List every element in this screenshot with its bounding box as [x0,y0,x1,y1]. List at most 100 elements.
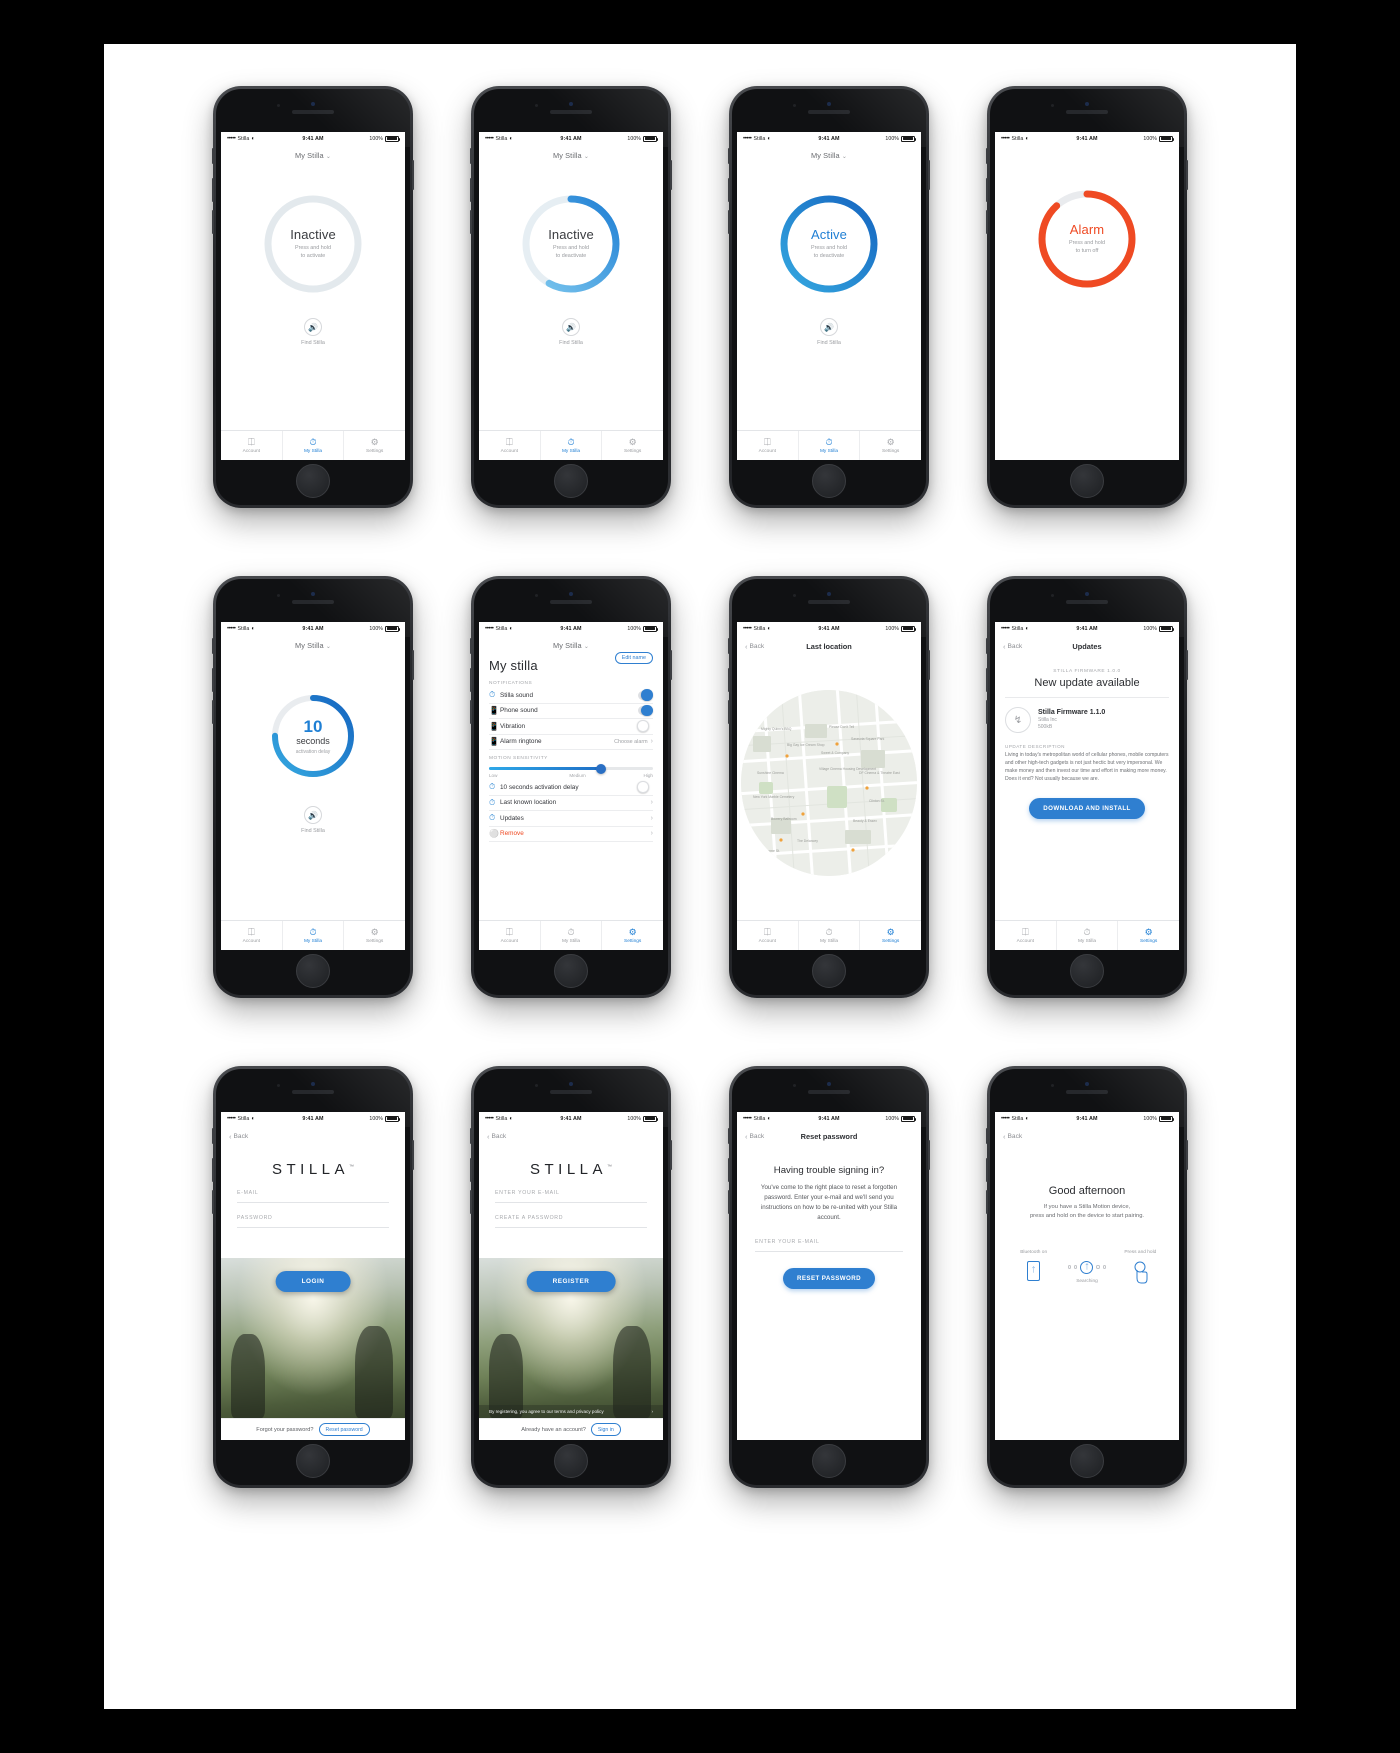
tab-my-stilla[interactable]: ⏱ My Stilla [283,921,345,950]
volume-down-button[interactable] [986,1190,988,1214]
tab-my-stilla[interactable]: ⏱ My Stilla [541,921,603,950]
status-dial[interactable]: Alarm Press and hold to turn off [1035,187,1139,291]
power-button[interactable] [928,650,930,680]
tab-my-stilla[interactable]: ⏱ My Stilla [799,921,861,950]
tab-account[interactable]: ⎅ Account [479,921,541,950]
toggle-phone-sound[interactable] [638,704,653,717]
power-button[interactable] [670,160,672,190]
tab-settings[interactable]: ⚙ Settings [860,921,921,950]
email-field[interactable]: ENTER YOUR E-MAIL [495,1178,647,1203]
volume-down-button[interactable] [728,1190,730,1214]
tab-account[interactable]: ⎅ Account [221,921,283,950]
home-button[interactable] [296,954,330,988]
ring-switch[interactable] [986,638,988,654]
login-button[interactable]: LOGIN [275,1271,351,1292]
volume-up-button[interactable] [728,178,730,202]
volume-down-button[interactable] [728,700,730,724]
map-circle[interactable]: Mighty Quinn's BBQ Please Don't Tell Big… [741,689,917,876]
back-button[interactable]: ‹ Back [1003,642,1022,651]
ring-switch[interactable] [212,148,214,164]
password-input[interactable] [237,1221,389,1228]
toggle-stilla-sound[interactable] [638,689,653,701]
home-button[interactable] [1070,464,1104,498]
home-button[interactable] [1070,1444,1104,1478]
slider-knob[interactable] [595,763,606,774]
volume-down-button[interactable] [470,700,472,724]
settings-row-phone-sound[interactable]: 📱 Phone sound [489,704,653,719]
nav-title[interactable]: My Stilla ⌄ [737,145,921,162]
ring-switch[interactable] [728,638,730,654]
password-input[interactable] [495,1221,647,1228]
find-stilla[interactable]: 🔊 Find Stilla [301,318,325,346]
tab-settings[interactable]: ⚙ Settings [602,921,663,950]
home-button[interactable] [554,954,588,988]
find-stilla[interactable]: 🔊 Find Stilla [301,806,325,834]
find-stilla[interactable]: 🔊 Find Stilla [817,318,841,346]
status-dial[interactable]: Inactive Press and hold to activate [261,192,365,296]
power-button[interactable] [670,650,672,680]
tab-account[interactable]: ⎅ Account [479,431,541,460]
volume-down-button[interactable] [470,1190,472,1214]
ring-switch[interactable] [212,638,214,654]
edit-name-button[interactable]: Edit name [614,652,653,665]
home-button[interactable] [296,464,330,498]
volume-down-button[interactable] [212,700,214,724]
home-button[interactable] [812,954,846,988]
volume-up-button[interactable] [470,178,472,202]
volume-up-button[interactable] [986,668,988,692]
map-view[interactable]: Mighty Quinn's BBQ Please Don't Tell Big… [737,655,921,910]
status-dial[interactable]: Inactive Press and hold to deactivate [519,192,623,296]
nav-title[interactable]: My Stilla ⌄ [221,635,405,652]
volume-up-button[interactable] [212,1158,214,1182]
download-install-button[interactable]: DOWNLOAD AND INSTALL [1029,797,1145,819]
tab-settings[interactable]: ⚙ Settings [602,431,663,460]
ring-switch[interactable] [470,638,472,654]
status-dial[interactable]: Active Press and hold to deactivate [777,192,881,296]
tab-settings[interactable]: ⚙ Settings [1118,921,1179,950]
volume-down-button[interactable] [728,210,730,234]
volume-up-button[interactable] [212,668,214,692]
toggle-activation-delay[interactable] [637,781,653,793]
tab-settings[interactable]: ⚙ Settings [344,431,405,460]
power-button[interactable] [670,1140,672,1170]
volume-down-button[interactable] [986,210,988,234]
tab-account[interactable]: ⎅ Account [737,431,799,460]
tab-account[interactable]: ⎅ Account [221,431,283,460]
sign-in-button[interactable]: Sign in [590,1423,621,1436]
email-input[interactable] [495,1196,647,1203]
email-field[interactable]: ENTER YOUR E-MAIL [755,1223,903,1252]
email-field[interactable]: E-MAIL [237,1178,389,1203]
volume-down-button[interactable] [986,700,988,724]
ring-switch[interactable] [470,1128,472,1144]
home-button[interactable] [554,464,588,498]
tab-account[interactable]: ⎅ Account [737,921,799,950]
register-button[interactable]: REGISTER [526,1271,616,1292]
email-input[interactable] [237,1196,389,1203]
ring-switch[interactable] [986,1128,988,1144]
motion-sensitivity-slider[interactable] [489,763,653,774]
volume-up-button[interactable] [212,178,214,202]
power-button[interactable] [1186,1140,1188,1170]
home-button[interactable] [812,1444,846,1478]
countdown-dial[interactable]: 10 seconds activation delay [269,692,357,780]
back-button[interactable]: ‹ Back [745,642,764,651]
email-input[interactable] [755,1245,903,1252]
ring-switch[interactable] [986,148,988,164]
tab-my-stilla[interactable]: ⏱ My Stilla [541,431,603,460]
nav-title[interactable]: My Stilla ⌄ [479,635,663,652]
power-button[interactable] [412,650,414,680]
home-button[interactable] [296,1444,330,1478]
nav-title[interactable]: My Stilla ⌄ [479,145,663,162]
terms-banner[interactable]: By registering, you agree to our terms a… [479,1405,663,1418]
tab-my-stilla[interactable]: ⏱ My Stilla [1057,921,1119,950]
power-button[interactable] [928,160,930,190]
find-stilla[interactable]: 🔊 Find Stilla [559,318,583,346]
back-button[interactable]: ‹ Back [487,1132,506,1141]
home-button[interactable] [554,1444,588,1478]
settings-row-activation-delay[interactable]: ⏱ 10 seconds activation delay [489,780,653,796]
power-button[interactable] [1186,650,1188,680]
power-button[interactable] [412,1140,414,1170]
back-button[interactable]: ‹ Back [745,1132,764,1141]
reset-password-button[interactable]: Reset password [318,1423,370,1436]
tab-settings[interactable]: ⚙ Settings [860,431,921,460]
